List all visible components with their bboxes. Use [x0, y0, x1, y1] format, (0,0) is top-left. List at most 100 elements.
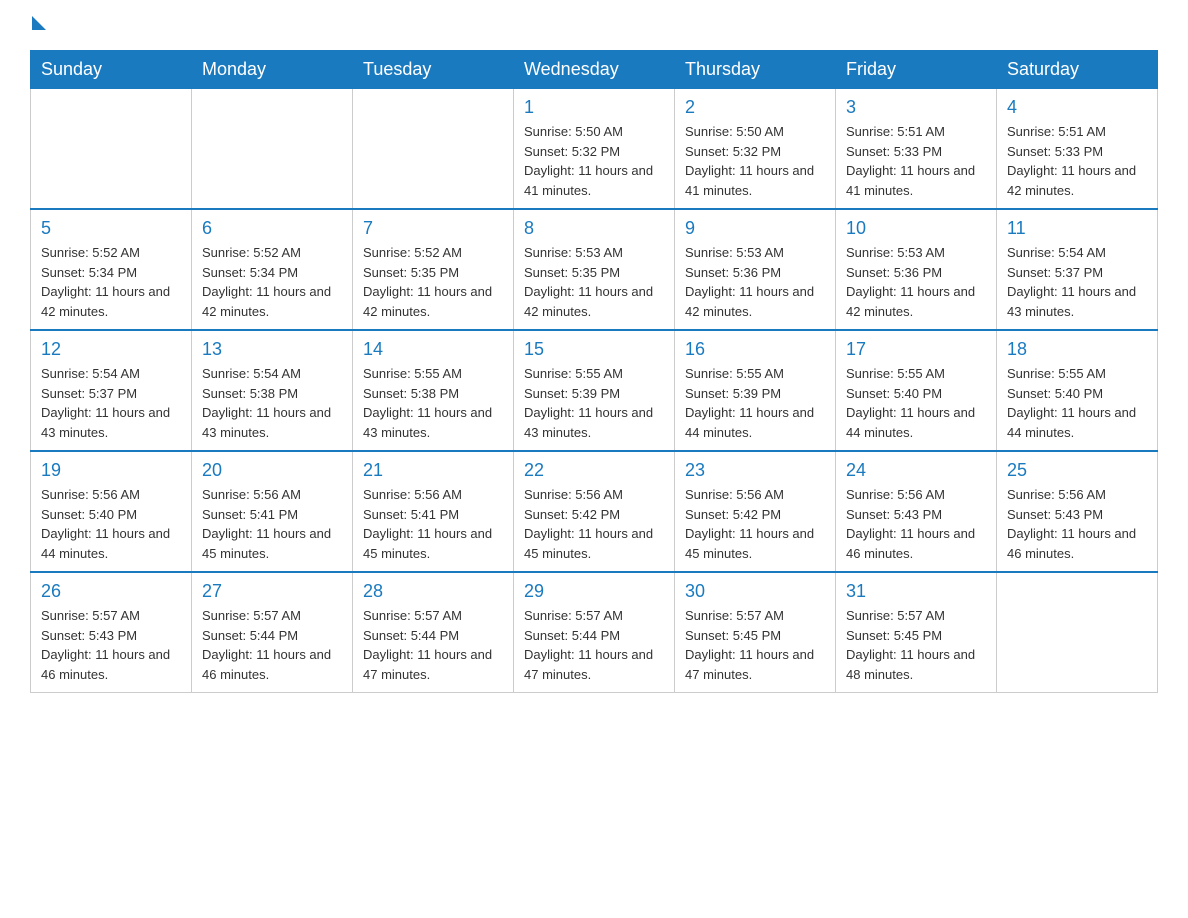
day-info: Sunrise: 5:57 AMSunset: 5:44 PMDaylight:…: [363, 606, 503, 684]
day-info: Sunrise: 5:52 AMSunset: 5:34 PMDaylight:…: [41, 243, 181, 321]
calendar-cell: 31 Sunrise: 5:57 AMSunset: 5:45 PMDayligh…: [836, 572, 997, 693]
day-info: Sunrise: 5:53 AMSunset: 5:35 PMDaylight:…: [524, 243, 664, 321]
calendar-cell: [31, 89, 192, 210]
calendar-cell: 18 Sunrise: 5:55 AMSunset: 5:40 PMDayligh…: [997, 330, 1158, 451]
calendar-cell: 17Sunrise: 5:55 AMSunset: 5:40 PMDayligh…: [836, 330, 997, 451]
calendar-body: 1 Sunrise: 5:50 AMSunset: 5:32 PMDaylight…: [31, 89, 1158, 693]
calendar-cell: 7Sunrise: 5:52 AMSunset: 5:35 PMDaylight…: [353, 209, 514, 330]
calendar-cell: 12 Sunrise: 5:54 AMSunset: 5:37 PMDayligh…: [31, 330, 192, 451]
weekday-header-thursday: Thursday: [675, 51, 836, 89]
day-number: 9: [685, 218, 825, 239]
day-number: 24: [846, 460, 986, 481]
day-number: 21: [363, 460, 503, 481]
calendar-cell: 29 Sunrise: 5:57 AMSunset: 5:44 PMDayligh…: [514, 572, 675, 693]
page-header: [30, 20, 1158, 30]
calendar-table: SundayMondayTuesdayWednesdayThursdayFrid…: [30, 50, 1158, 693]
day-number: 7: [363, 218, 503, 239]
calendar-cell: 11 Sunrise: 5:54 AMSunset: 5:37 PMDayligh…: [997, 209, 1158, 330]
weekday-header-sunday: Sunday: [31, 51, 192, 89]
day-number: 8: [524, 218, 664, 239]
calendar-week-row: 19 Sunrise: 5:56 AMSunset: 5:40 PMDayligh…: [31, 451, 1158, 572]
day-info: Sunrise: 5:50 AMSunset: 5:32 PMDaylight:…: [524, 122, 664, 200]
day-number: 6: [202, 218, 342, 239]
logo: [30, 20, 50, 30]
calendar-cell: 8 Sunrise: 5:53 AMSunset: 5:35 PMDaylight…: [514, 209, 675, 330]
calendar-cell: 13Sunrise: 5:54 AMSunset: 5:38 PMDayligh…: [192, 330, 353, 451]
day-info: Sunrise: 5:57 AMSunset: 5:45 PMDaylight:…: [685, 606, 825, 684]
day-info: Sunrise: 5:56 AMSunset: 5:43 PMDaylight:…: [846, 485, 986, 563]
day-number: 11: [1007, 218, 1147, 239]
day-info: Sunrise: 5:57 AMSunset: 5:45 PMDaylight:…: [846, 606, 986, 684]
day-info: Sunrise: 5:55 AMSunset: 5:40 PMDaylight:…: [1007, 364, 1147, 442]
calendar-cell: 26 Sunrise: 5:57 AMSunset: 5:43 PMDayligh…: [31, 572, 192, 693]
calendar-cell: 1 Sunrise: 5:50 AMSunset: 5:32 PMDaylight…: [514, 89, 675, 210]
day-number: 18: [1007, 339, 1147, 360]
day-number: 16: [685, 339, 825, 360]
day-number: 12: [41, 339, 181, 360]
calendar-week-row: 5 Sunrise: 5:52 AMSunset: 5:34 PMDaylight…: [31, 209, 1158, 330]
day-info: Sunrise: 5:53 AMSunset: 5:36 PMDaylight:…: [846, 243, 986, 321]
calendar-cell: 30 Sunrise: 5:57 AMSunset: 5:45 PMDayligh…: [675, 572, 836, 693]
weekday-header-monday: Monday: [192, 51, 353, 89]
calendar-cell: [353, 89, 514, 210]
day-number: 31: [846, 581, 986, 602]
day-info: Sunrise: 5:57 AMSunset: 5:43 PMDaylight:…: [41, 606, 181, 684]
weekday-header-friday: Friday: [836, 51, 997, 89]
day-info: Sunrise: 5:56 AMSunset: 5:41 PMDaylight:…: [202, 485, 342, 563]
calendar-week-row: 26 Sunrise: 5:57 AMSunset: 5:43 PMDayligh…: [31, 572, 1158, 693]
day-number: 3: [846, 97, 986, 118]
calendar-cell: 10 Sunrise: 5:53 AMSunset: 5:36 PMDayligh…: [836, 209, 997, 330]
day-number: 27: [202, 581, 342, 602]
calendar-cell: 3Sunrise: 5:51 AMSunset: 5:33 PMDaylight…: [836, 89, 997, 210]
day-number: 19: [41, 460, 181, 481]
day-number: 25: [1007, 460, 1147, 481]
calendar-cell: 16 Sunrise: 5:55 AMSunset: 5:39 PMDayligh…: [675, 330, 836, 451]
calendar-cell: 27 Sunrise: 5:57 AMSunset: 5:44 PMDayligh…: [192, 572, 353, 693]
calendar-cell: 4Sunrise: 5:51 AMSunset: 5:33 PMDaylight…: [997, 89, 1158, 210]
day-number: 2: [685, 97, 825, 118]
calendar-cell: 5 Sunrise: 5:52 AMSunset: 5:34 PMDaylight…: [31, 209, 192, 330]
day-info: Sunrise: 5:55 AMSunset: 5:40 PMDaylight:…: [846, 364, 986, 442]
day-info: Sunrise: 5:56 AMSunset: 5:42 PMDaylight:…: [524, 485, 664, 563]
day-number: 14: [363, 339, 503, 360]
day-info: Sunrise: 5:54 AMSunset: 5:37 PMDaylight:…: [41, 364, 181, 442]
calendar-header: SundayMondayTuesdayWednesdayThursdayFrid…: [31, 51, 1158, 89]
day-info: Sunrise: 5:56 AMSunset: 5:42 PMDaylight:…: [685, 485, 825, 563]
calendar-cell: 15 Sunrise: 5:55 AMSunset: 5:39 PMDayligh…: [514, 330, 675, 451]
day-info: Sunrise: 5:55 AMSunset: 5:39 PMDaylight:…: [524, 364, 664, 442]
day-info: Sunrise: 5:57 AMSunset: 5:44 PMDaylight:…: [524, 606, 664, 684]
day-info: Sunrise: 5:56 AMSunset: 5:43 PMDaylight:…: [1007, 485, 1147, 563]
calendar-cell: 22Sunrise: 5:56 AMSunset: 5:42 PMDayligh…: [514, 451, 675, 572]
day-number: 15: [524, 339, 664, 360]
calendar-cell: 25 Sunrise: 5:56 AMSunset: 5:43 PMDayligh…: [997, 451, 1158, 572]
day-info: Sunrise: 5:51 AMSunset: 5:33 PMDaylight:…: [1007, 122, 1147, 200]
weekday-header-row: SundayMondayTuesdayWednesdayThursdayFrid…: [31, 51, 1158, 89]
weekday-header-wednesday: Wednesday: [514, 51, 675, 89]
day-info: Sunrise: 5:52 AMSunset: 5:34 PMDaylight:…: [202, 243, 342, 321]
weekday-header-saturday: Saturday: [997, 51, 1158, 89]
calendar-cell: [997, 572, 1158, 693]
day-number: 29: [524, 581, 664, 602]
calendar-cell: 14 Sunrise: 5:55 AMSunset: 5:38 PMDayligh…: [353, 330, 514, 451]
day-info: Sunrise: 5:55 AMSunset: 5:39 PMDaylight:…: [685, 364, 825, 442]
day-number: 30: [685, 581, 825, 602]
calendar-cell: 21 Sunrise: 5:56 AMSunset: 5:41 PMDayligh…: [353, 451, 514, 572]
day-info: Sunrise: 5:57 AMSunset: 5:44 PMDaylight:…: [202, 606, 342, 684]
day-number: 1: [524, 97, 664, 118]
day-number: 5: [41, 218, 181, 239]
day-number: 10: [846, 218, 986, 239]
day-info: Sunrise: 5:54 AMSunset: 5:37 PMDaylight:…: [1007, 243, 1147, 321]
day-info: Sunrise: 5:56 AMSunset: 5:40 PMDaylight:…: [41, 485, 181, 563]
calendar-cell: 19 Sunrise: 5:56 AMSunset: 5:40 PMDayligh…: [31, 451, 192, 572]
day-number: 28: [363, 581, 503, 602]
calendar-cell: [192, 89, 353, 210]
day-info: Sunrise: 5:55 AMSunset: 5:38 PMDaylight:…: [363, 364, 503, 442]
calendar-cell: 24 Sunrise: 5:56 AMSunset: 5:43 PMDayligh…: [836, 451, 997, 572]
day-info: Sunrise: 5:56 AMSunset: 5:41 PMDaylight:…: [363, 485, 503, 563]
day-number: 13: [202, 339, 342, 360]
calendar-week-row: 1 Sunrise: 5:50 AMSunset: 5:32 PMDaylight…: [31, 89, 1158, 210]
logo-triangle-icon: [32, 16, 46, 30]
day-number: 26: [41, 581, 181, 602]
weekday-header-tuesday: Tuesday: [353, 51, 514, 89]
calendar-week-row: 12 Sunrise: 5:54 AMSunset: 5:37 PMDayligh…: [31, 330, 1158, 451]
